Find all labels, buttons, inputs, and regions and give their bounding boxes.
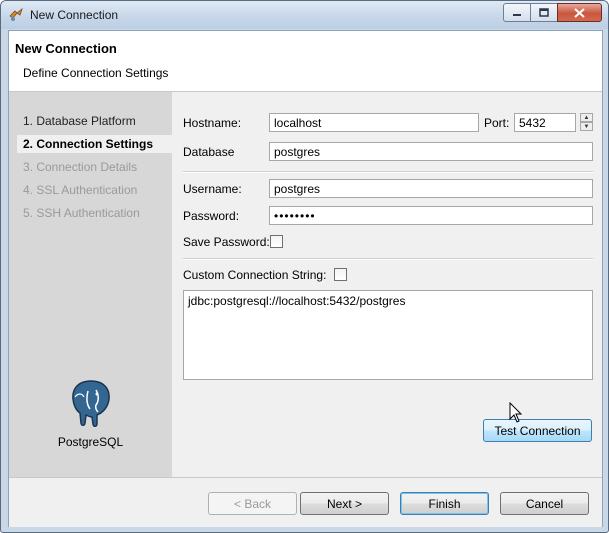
step-connection-details: 3. Connection Details	[23, 160, 138, 174]
maximize-icon	[539, 8, 549, 17]
port-label: Port:	[484, 116, 510, 130]
minimize-button[interactable]	[503, 3, 531, 22]
title-bar[interactable]: New Connection	[1, 1, 608, 29]
port-field[interactable]	[514, 113, 576, 132]
platform-label: PostgreSQL	[57, 435, 124, 449]
page-title: New Connection	[15, 41, 117, 56]
save-password-label: Save Password:	[183, 235, 270, 249]
save-password-checkbox[interactable]	[270, 235, 283, 248]
dialog-content: New Connection Define Connection Setting…	[8, 30, 603, 527]
dialog-window: New Connection New Connection Define Con…	[0, 0, 609, 533]
database-field[interactable]	[269, 142, 593, 161]
next-button[interactable]: Next >	[300, 492, 389, 515]
close-icon	[574, 7, 585, 18]
custom-string-checkbox[interactable]	[334, 268, 347, 281]
step-ssh-authentication: 5. SSH Authentication	[23, 206, 140, 220]
database-label: Database	[183, 145, 235, 159]
minimize-icon	[513, 13, 521, 16]
step-connection-settings[interactable]: 2. Connection Settings	[17, 135, 172, 153]
spin-down-icon[interactable]: ▼	[580, 122, 593, 131]
hostname-field[interactable]	[269, 113, 479, 132]
test-connection-button[interactable]: Test Connection	[483, 419, 592, 442]
connection-settings-form: Hostname: Port: ▲ ▼ Database Username: P…	[173, 92, 602, 477]
maximize-button[interactable]	[530, 3, 558, 22]
password-label: Password:	[183, 209, 240, 223]
wizard-header: New Connection Define Connection Setting…	[9, 31, 602, 92]
connection-string-textarea[interactable]: jdbc:postgresql://localhost:5432/postgre…	[183, 290, 593, 380]
postgresql-elephant-icon	[72, 380, 110, 427]
separator	[183, 258, 593, 260]
back-button[interactable]: < Back	[208, 492, 297, 515]
username-field[interactable]	[269, 179, 593, 198]
separator	[183, 171, 593, 173]
window-controls	[503, 3, 602, 22]
window-title: New Connection	[30, 8, 119, 22]
password-field[interactable]	[269, 206, 593, 225]
app-icon	[9, 7, 23, 21]
wizard-steps-sidebar: 1. Database Platform 2. Connection Setti…	[9, 92, 172, 477]
hostname-label: Hostname:	[183, 116, 242, 130]
username-label: Username:	[183, 182, 242, 196]
step-ssl-authentication: 4. SSL Authentication	[23, 183, 138, 197]
finish-button[interactable]: Finish	[400, 492, 489, 515]
custom-string-label: Custom Connection String:	[183, 268, 327, 282]
spin-up-icon[interactable]: ▲	[580, 113, 593, 122]
close-button[interactable]	[557, 3, 602, 22]
step-database-platform[interactable]: 1. Database Platform	[23, 112, 136, 130]
cancel-button[interactable]: Cancel	[500, 492, 589, 515]
page-subtitle: Define Connection Settings	[23, 66, 169, 80]
wizard-footer: < Back Next > Finish Cancel	[9, 477, 602, 527]
port-stepper[interactable]: ▲ ▼	[580, 113, 593, 132]
mouse-pointer-icon	[509, 402, 523, 423]
